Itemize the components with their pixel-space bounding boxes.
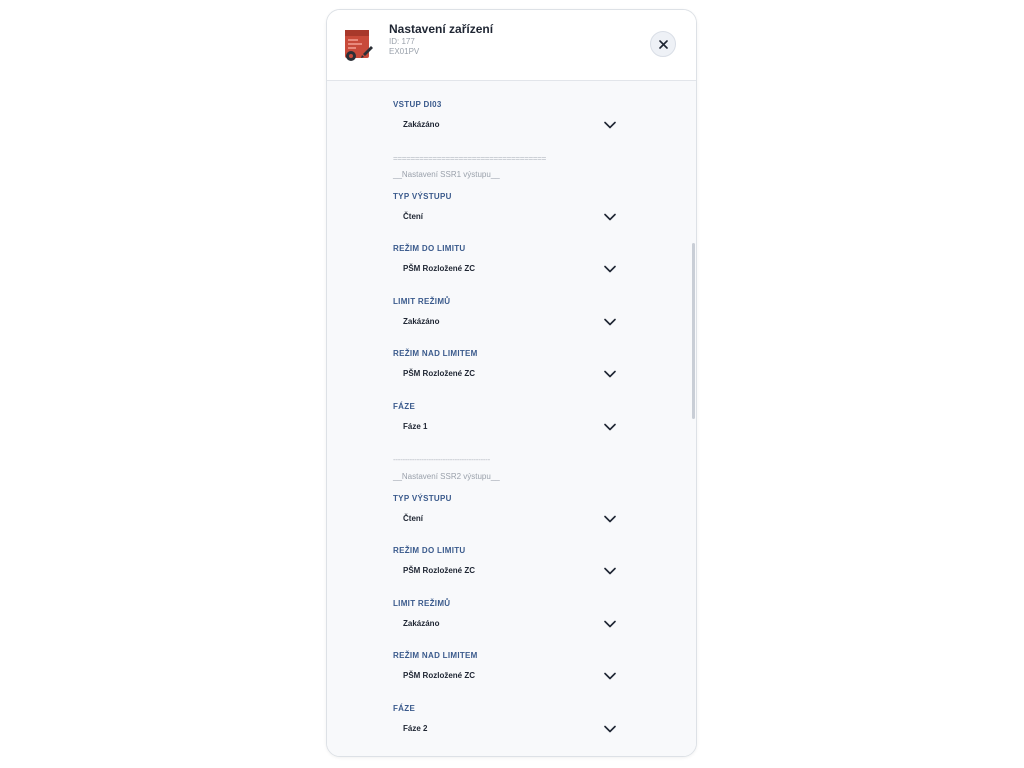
- select-ssr1-mode-above[interactable]: PŠM Rozložené ZC: [393, 363, 623, 385]
- chevron-down-icon: [604, 672, 616, 680]
- select-value: Zakázáno: [403, 619, 440, 628]
- device-model: EX01PV: [389, 47, 420, 56]
- select-value: PŠM Rozložené ZC: [403, 369, 476, 378]
- device-image-icon: [345, 30, 373, 61]
- select-ssr2-phase[interactable]: Fáze 2: [393, 718, 623, 740]
- field-label-ssr1-mode-above: REŽIM NAD LIMITEM: [393, 349, 478, 358]
- close-icon: [658, 39, 668, 49]
- select-value: Čtení: [403, 514, 423, 523]
- select-ssr2-output-type[interactable]: Čtení: [393, 508, 623, 530]
- select-ssr1-phase[interactable]: Fáze 1: [393, 416, 623, 438]
- field-label-ssr2-output-type: TYP VÝSTUPU: [393, 494, 452, 503]
- field-label-ssr2-mode-above: REŽIM NAD LIMITEM: [393, 651, 478, 660]
- device-id: ID: 177: [389, 37, 415, 46]
- chevron-down-icon: [604, 370, 616, 378]
- select-value: Zakázáno: [403, 120, 440, 129]
- chevron-down-icon: [604, 213, 616, 221]
- select-di03[interactable]: Zakázáno: [393, 114, 623, 136]
- select-ssr2-mode-above[interactable]: PŠM Rozložené ZC: [393, 665, 623, 687]
- chevron-down-icon: [604, 423, 616, 431]
- close-button[interactable]: [650, 31, 676, 57]
- scrollbar-thumb[interactable]: [692, 243, 695, 419]
- chevron-down-icon: [604, 567, 616, 575]
- select-value: Fáze 2: [403, 724, 428, 733]
- select-value: PŠM Rozložené ZC: [403, 671, 476, 680]
- select-value: PŠM Rozložené ZC: [403, 264, 476, 273]
- chevron-down-icon: [604, 318, 616, 326]
- select-ssr2-mode-below[interactable]: PŠM Rozložené ZC: [393, 560, 623, 582]
- field-label-ssr1-mode-below: REŽIM DO LIMITU: [393, 244, 466, 253]
- separator-line: ----------------------------------------…: [393, 455, 490, 464]
- select-ssr1-output-type[interactable]: Čtení: [393, 206, 623, 228]
- chevron-down-icon: [604, 265, 616, 273]
- device-settings-dialog: Nastavení zařízení ID: 177 EX01PV VSTUP …: [326, 9, 697, 757]
- field-label-di03: VSTUP DI03: [393, 100, 442, 109]
- section-title-ssr2: __Nastavení SSR2 výstupu__: [393, 472, 500, 481]
- field-label-ssr2-limit: LIMIT REŽIMŮ: [393, 599, 451, 608]
- chevron-down-icon: [604, 620, 616, 628]
- select-value: Čtení: [403, 212, 423, 221]
- separator-line: ===================================: [393, 154, 547, 163]
- select-ssr1-limit[interactable]: Zakázáno: [393, 311, 623, 333]
- section-title-ssr1: __Nastavení SSR1 výstupu__: [393, 170, 500, 179]
- select-ssr1-mode-below[interactable]: PŠM Rozložené ZC: [393, 258, 623, 280]
- dialog-title: Nastavení zařízení: [389, 22, 494, 36]
- field-label-ssr1-limit: LIMIT REŽIMŮ: [393, 297, 451, 306]
- chevron-down-icon: [604, 515, 616, 523]
- select-value: PŠM Rozložené ZC: [403, 566, 476, 575]
- field-label-ssr1-phase: FÁZE: [393, 402, 416, 411]
- field-label-ssr2-mode-below: REŽIM DO LIMITU: [393, 546, 466, 555]
- dialog-body: VSTUP DI03 Zakázáno ====================…: [327, 81, 696, 756]
- dialog-header: Nastavení zařízení ID: 177 EX01PV: [327, 10, 696, 81]
- select-value: Fáze 1: [403, 422, 428, 431]
- chevron-down-icon: [604, 121, 616, 129]
- field-label-ssr2-phase: FÁZE: [393, 704, 416, 713]
- chevron-down-icon: [604, 725, 616, 733]
- select-ssr2-limit[interactable]: Zakázáno: [393, 613, 623, 635]
- select-value: Zakázáno: [403, 317, 440, 326]
- field-label-ssr1-output-type: TYP VÝSTUPU: [393, 192, 452, 201]
